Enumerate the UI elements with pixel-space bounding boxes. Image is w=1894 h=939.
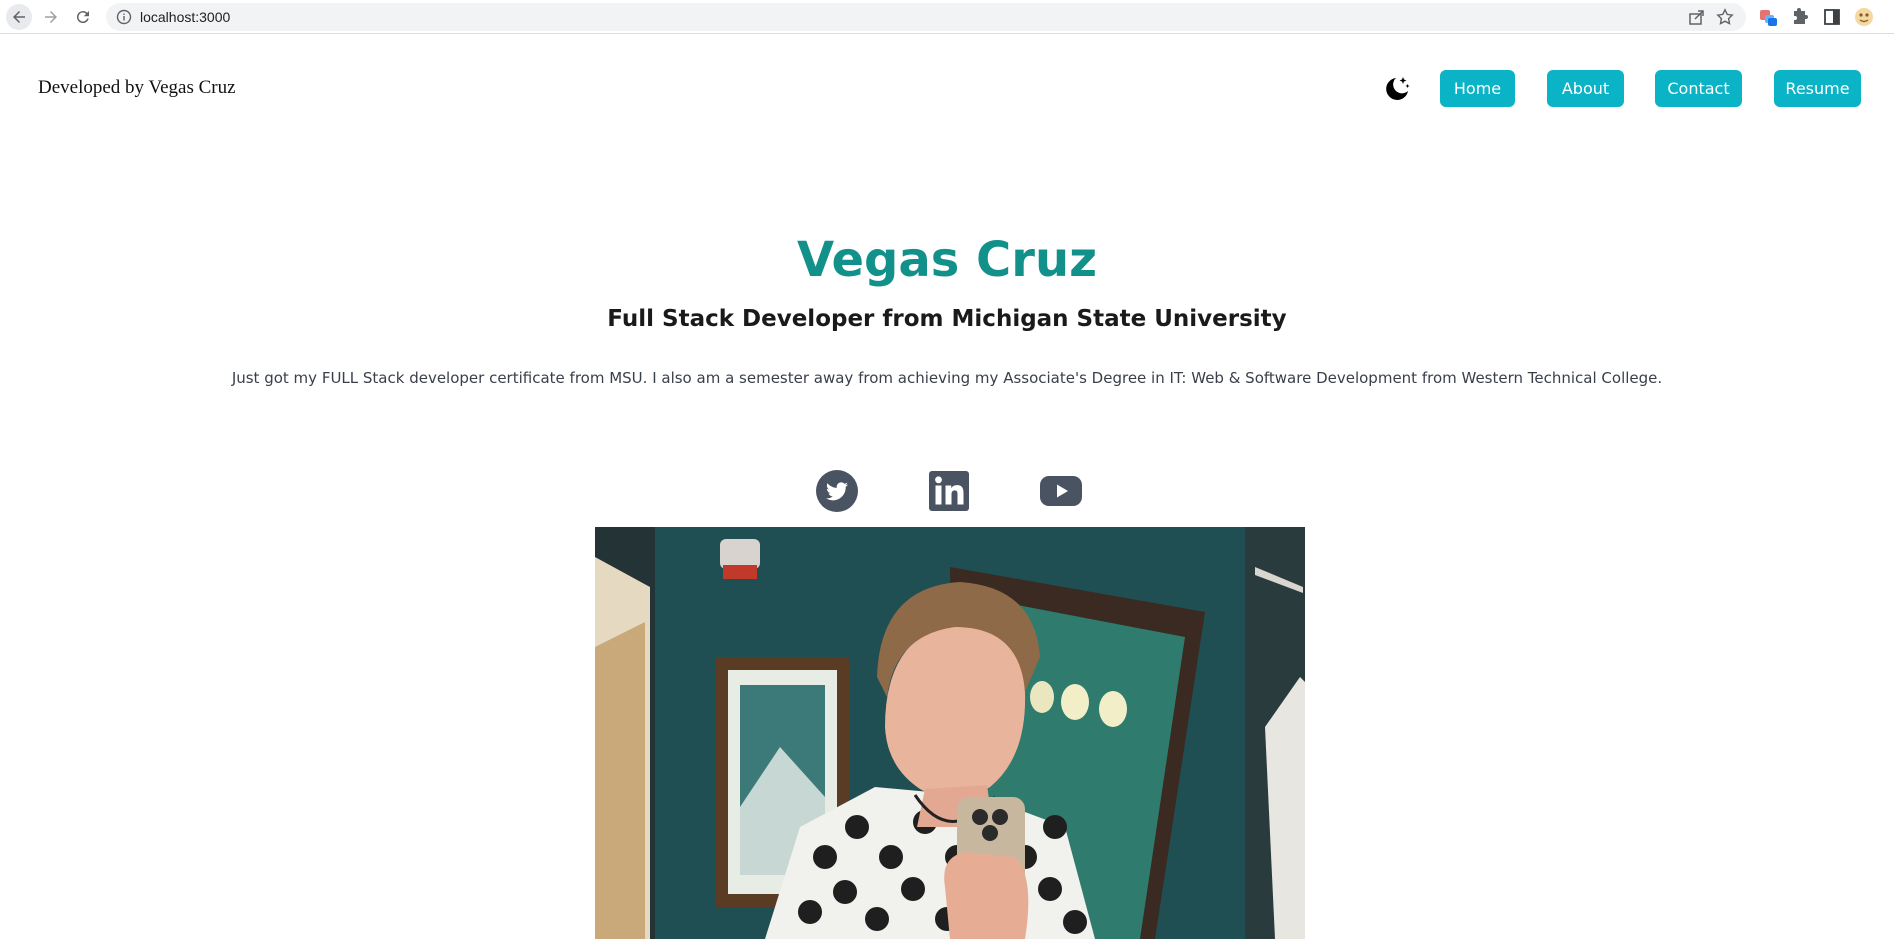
linkedin-icon[interactable] (927, 469, 971, 513)
puzzle-icon[interactable] (1790, 7, 1810, 27)
forward-arrow-icon[interactable] (38, 4, 64, 30)
brand-text: Developed by Vegas Cruz (38, 77, 236, 98)
youtube-icon[interactable] (1039, 469, 1083, 513)
nav-about-button[interactable]: About (1547, 70, 1624, 107)
nav-home-button[interactable]: Home (1440, 70, 1515, 107)
nav-contact-button[interactable]: Contact (1655, 70, 1742, 107)
back-arrow-icon[interactable] (6, 4, 32, 30)
moon-stars-icon[interactable] (1382, 74, 1412, 104)
nav-resume-button[interactable]: Resume (1774, 70, 1861, 107)
star-icon[interactable] (1716, 8, 1734, 26)
browser-toolbar: localhost:3000 (0, 0, 1894, 34)
share-icon[interactable] (1688, 8, 1706, 26)
extension-icon[interactable] (1758, 7, 1778, 27)
hero-subtitle: Full Stack Developer from Michigan State… (607, 306, 1287, 332)
side-panel-icon[interactable] (1822, 7, 1842, 27)
address-bar[interactable]: localhost:3000 (106, 3, 1746, 31)
url-text[interactable]: localhost:3000 (140, 9, 230, 25)
twitter-icon[interactable] (815, 469, 859, 513)
profile-avatar-icon[interactable] (1854, 7, 1874, 27)
profile-photo (595, 527, 1305, 939)
hero-name: Vegas Cruz (796, 232, 1098, 288)
info-icon[interactable] (116, 9, 132, 25)
reload-icon[interactable] (70, 4, 96, 30)
hero-description: Just got my FULL Stack developer certifi… (231, 369, 1663, 387)
site-header: Developed by Vegas Cruz Home About Conta… (0, 35, 1894, 145)
